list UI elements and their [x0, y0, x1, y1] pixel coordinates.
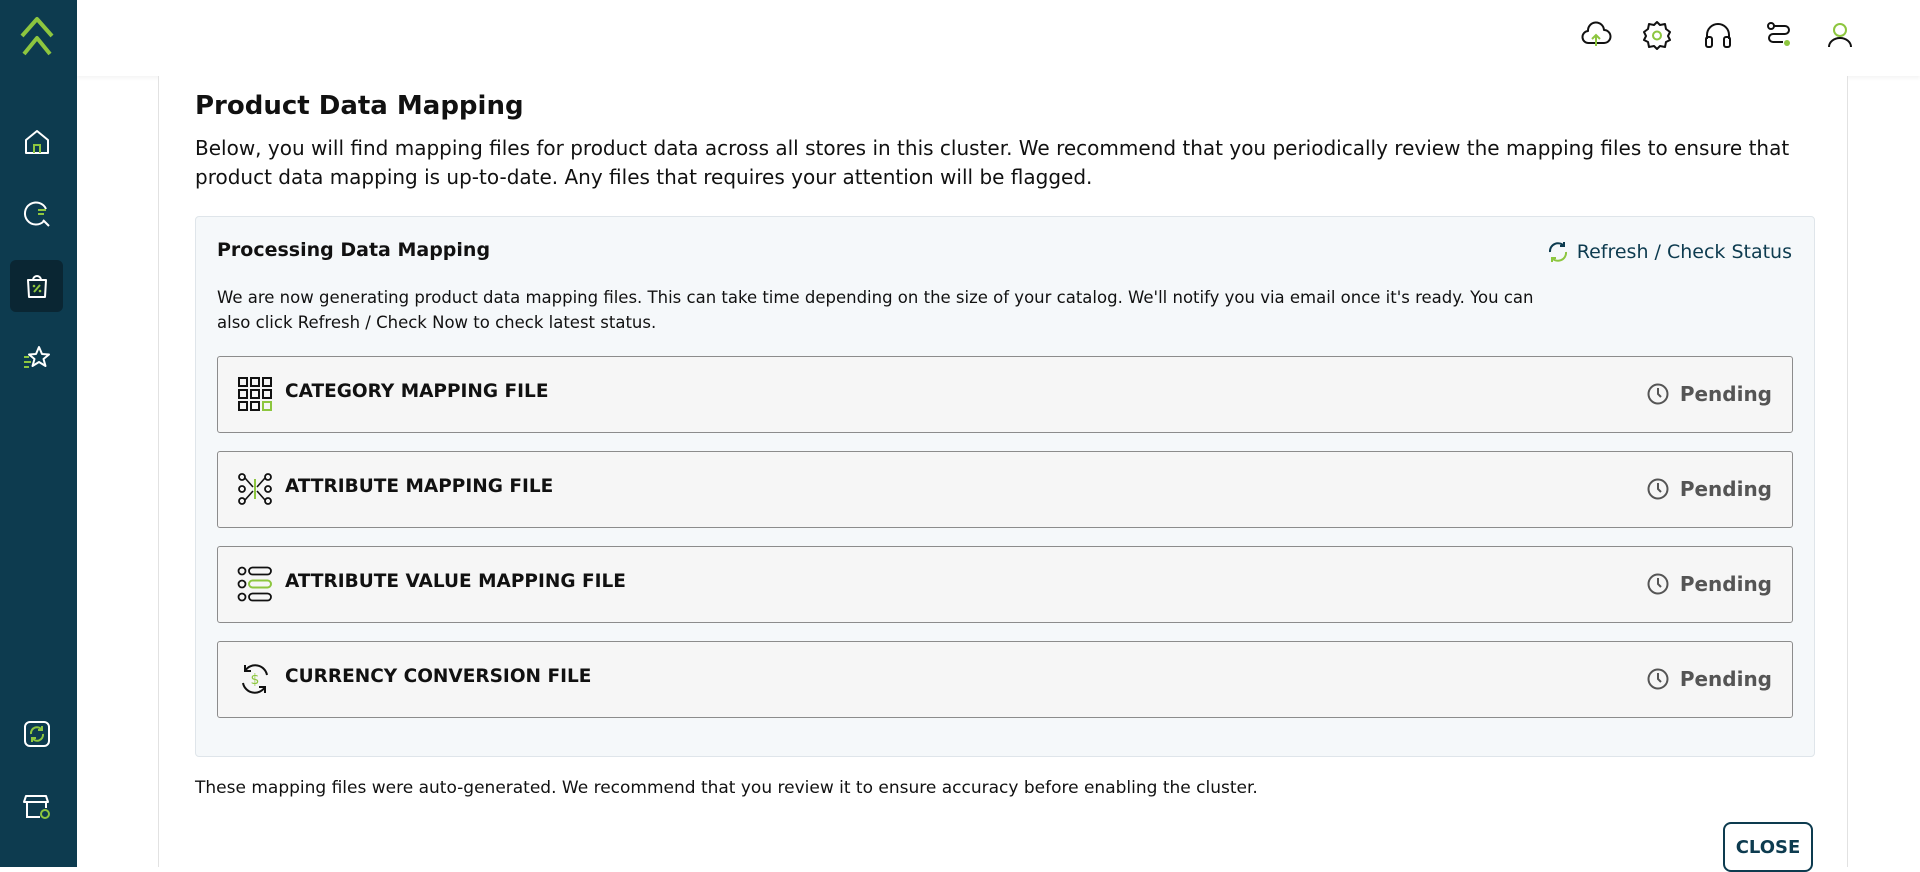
product-bag-icon — [26, 275, 47, 298]
status-text: Pending — [1679, 667, 1772, 691]
sidebar-item-stores[interactable] — [10, 780, 63, 832]
app-logo[interactable] — [18, 14, 56, 56]
clock-icon — [1647, 668, 1669, 690]
route-icon — [1767, 22, 1790, 46]
route-button[interactable] — [1762, 18, 1796, 52]
refresh-label: Refresh / Check Status — [1576, 241, 1792, 263]
clock-icon — [1647, 383, 1669, 405]
page-description: Below, you will find mapping files for p… — [195, 136, 1790, 189]
sidebar — [0, 0, 77, 867]
processing-box: Processing Data Mapping Refresh / Check … — [195, 216, 1815, 757]
user-icon — [1828, 23, 1852, 48]
status-badge: Pending — [1646, 667, 1772, 691]
sidebar-item-home[interactable] — [10, 116, 63, 168]
file-name: ATTRIBUTE VALUE MAPPING FILE — [285, 571, 626, 592]
store-settings-icon — [22, 795, 50, 819]
status-badge: Pending — [1646, 572, 1772, 596]
close-button[interactable]: CLOSE — [1723, 822, 1813, 872]
support-headset-icon — [1705, 23, 1731, 48]
file-row-attribute-value[interactable]: ATTRIBUTE VALUE MAPPING FILE Pending — [217, 546, 1793, 623]
home-icon — [24, 130, 49, 154]
svg-text:$: $ — [251, 672, 260, 688]
status-badge: Pending — [1646, 477, 1772, 501]
file-name: ATTRIBUTE MAPPING FILE — [285, 476, 554, 497]
clock-icon — [1647, 478, 1669, 500]
file-row-attribute[interactable]: ATTRIBUTE MAPPING FILE Pending — [217, 451, 1793, 528]
user-account-button[interactable] — [1823, 18, 1857, 52]
file-row-category[interactable]: CATEGORY MAPPING FILE Pending — [217, 356, 1793, 433]
file-name: CURRENCY CONVERSION FILE — [285, 666, 592, 687]
attribute-network-icon — [238, 473, 272, 505]
currency-icon: $ — [242, 664, 268, 694]
status-badge: Pending — [1646, 382, 1772, 406]
status-text: Pending — [1679, 572, 1772, 596]
sidebar-item-sync[interactable] — [10, 708, 63, 760]
cloud-upload-icon — [1581, 21, 1612, 46]
sidebar-item-favorites[interactable] — [10, 332, 63, 384]
status-text: Pending — [1679, 382, 1772, 406]
file-name: CATEGORY MAPPING FILE — [285, 381, 549, 402]
refresh-icon — [1548, 242, 1567, 262]
search-analytics-icon — [23, 201, 50, 227]
star-list-icon — [23, 346, 50, 368]
sidebar-item-insights[interactable] — [10, 188, 63, 240]
category-grid-icon — [238, 377, 272, 411]
processing-description: We are now generating product data mappi… — [217, 288, 1534, 332]
settings-icon — [1643, 21, 1671, 50]
processing-title: Processing Data Mapping — [217, 239, 491, 261]
sync-icon — [23, 721, 50, 747]
settings-button[interactable] — [1640, 18, 1674, 52]
clock-icon — [1647, 573, 1669, 595]
support-button[interactable] — [1701, 18, 1735, 52]
top-bar — [77, 0, 1920, 76]
cloud-upload-button[interactable] — [1579, 18, 1613, 52]
main-panel: Product Data Mapping Below, you will fin… — [158, 76, 1848, 872]
value-list-icon — [237, 566, 272, 602]
footer-note: These mapping files were auto-generated.… — [195, 778, 1258, 798]
file-row-currency[interactable]: $ CURRENCY CONVERSION FILE Pending — [217, 641, 1793, 718]
refresh-check-status-button[interactable]: Refresh / Check Status — [1545, 239, 1792, 265]
logo-chevrons-icon — [20, 17, 54, 56]
page-title: Product Data Mapping — [195, 91, 524, 121]
status-text: Pending — [1679, 477, 1772, 501]
sidebar-item-products[interactable] — [10, 260, 63, 312]
